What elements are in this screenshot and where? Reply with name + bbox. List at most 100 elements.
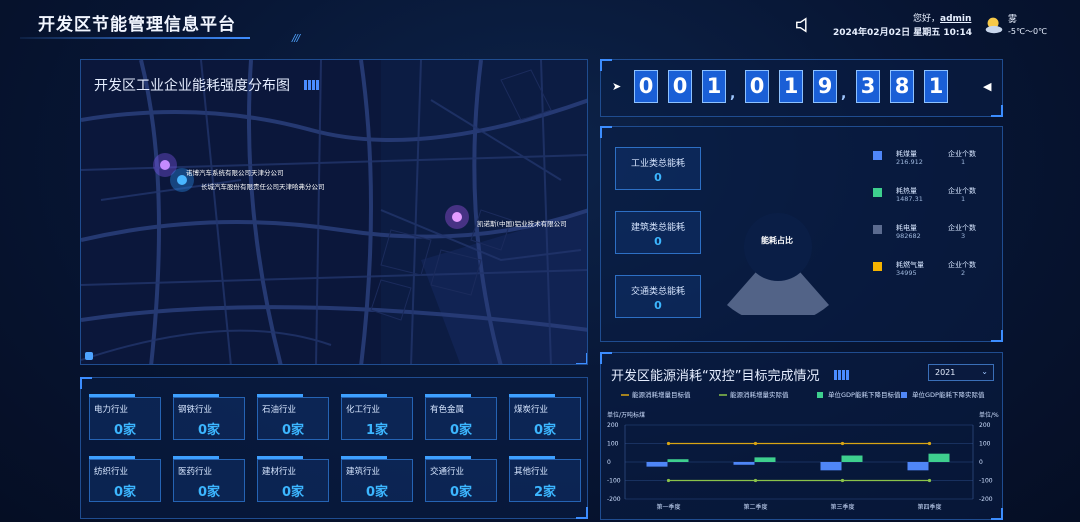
- speaker-icon[interactable]: [795, 16, 813, 34]
- energy-ratio-gauge[interactable]: [721, 195, 831, 315]
- industry-card[interactable]: 钢铁行业 0家: [173, 394, 245, 440]
- bar-mark: [841, 455, 863, 462]
- category-value: 0: [654, 171, 662, 184]
- arrow-left-icon: ◀: [983, 80, 992, 93]
- legend-swatch: [873, 151, 882, 160]
- gauge-label: 能耗占比: [761, 236, 793, 245]
- counter-digit: 0: [634, 70, 658, 103]
- industry-name: 纺织行业: [94, 467, 129, 477]
- y-axis-label-left: 单位/万吨标煤: [607, 411, 645, 419]
- category-label: 建筑类总能耗: [630, 223, 685, 233]
- industry-card[interactable]: 交通行业 0家: [425, 456, 497, 502]
- industry-count: 0家: [533, 423, 557, 438]
- transport-energy-box[interactable]: 交通类总能耗 0: [615, 275, 701, 318]
- counter-digit: 1: [779, 70, 803, 103]
- industry-name: 钢铁行业: [178, 405, 213, 415]
- card-accent: [173, 394, 219, 397]
- industry-name: 化工行业: [346, 405, 381, 415]
- legend-bar-marker: [817, 392, 823, 398]
- industry-card[interactable]: 电力行业 0家: [89, 394, 161, 440]
- greeting-prefix: 您好，: [913, 14, 941, 24]
- enterprise-count: 1: [961, 195, 966, 203]
- chart-title-text: 开发区能源消耗“双控”目标完成情况: [611, 369, 820, 384]
- legend-label: 能源消耗增量实际值: [730, 390, 789, 399]
- series-point: [753, 441, 758, 446]
- series-point: [753, 478, 758, 483]
- legend-bar-marker: [901, 392, 907, 398]
- dual-control-panel: 开发区能源消耗“双控”目标完成情况 2021 ⌄ 能源消耗增量目标值 能源消耗增量…: [600, 352, 1003, 520]
- card-accent: [89, 394, 135, 397]
- industry-name: 医药行业: [178, 467, 213, 477]
- time: 10:14: [943, 28, 973, 38]
- industry-card[interactable]: 石油行业 0家: [257, 394, 329, 440]
- x-tick-label: 第一季度: [656, 503, 680, 511]
- chevron-down-icon: ⌄: [981, 367, 988, 376]
- header: 开发区节能管理信息平台 /// 您好，admin 2024年02月02日 星期五…: [0, 0, 1080, 52]
- bar-mark: [928, 453, 950, 462]
- dual-control-chart[interactable]: 能源消耗增量目标值 能源消耗增量实际值 单位GDP能耗下降目标值 单位GDP能耗下降实…: [601, 385, 1004, 521]
- industry-count: 0家: [197, 485, 221, 500]
- category-value: 0: [654, 299, 662, 312]
- series-point: [666, 478, 671, 483]
- date: 2024年02月02日: [833, 28, 911, 38]
- series-point: [927, 478, 932, 483]
- industry-card[interactable]: 建材行业 0家: [257, 456, 329, 502]
- industry-count: 0家: [449, 423, 473, 438]
- enterprise-count: 1: [961, 158, 966, 166]
- y-tick-right: 200: [979, 422, 991, 429]
- x-tick-label: 第二季度: [743, 503, 767, 511]
- legend-swatch: [873, 188, 882, 197]
- map-canvas[interactable]: [81, 60, 588, 365]
- weather-icon: [985, 17, 1003, 34]
- username-link[interactable]: admin: [940, 14, 971, 24]
- industry-card[interactable]: 煤炭行业 0家: [509, 394, 581, 440]
- industry-panel: 电力行业 0家 钢铁行业 0家 石油行业 0家 化工行业 1家 有色金属 0家 煤炭行业 0家 纺织行业…: [80, 377, 588, 519]
- counter-digit: 9: [813, 70, 837, 103]
- industry-card[interactable]: 建筑行业 0家: [341, 456, 413, 502]
- industry-name: 电力行业: [94, 405, 129, 415]
- legend-value: 982682: [896, 232, 921, 240]
- category-label: 交通类总能耗: [630, 287, 685, 297]
- counter-digit: 3: [856, 70, 880, 103]
- legend-swatch: [873, 225, 882, 234]
- map-logo-icon: [85, 352, 93, 360]
- industry-card[interactable]: 纺织行业 0家: [89, 456, 161, 502]
- industry-name: 石油行业: [262, 405, 297, 415]
- counter-digit: 0: [745, 70, 769, 103]
- datetime: 2024年02月02日 星期五 10:14: [833, 25, 972, 38]
- legend-label: 能源消耗增量目标值: [632, 390, 691, 399]
- company-label[interactable]: 凯诺斯(中国)铝业技术有限公司: [477, 218, 567, 228]
- company-label[interactable]: 诺博汽车系统有限公司天津分公司: [186, 167, 284, 177]
- card-accent: [509, 394, 555, 397]
- industry-count: 0家: [281, 485, 305, 500]
- industry-card[interactable]: 化工行业 1家: [341, 394, 413, 440]
- y-tick-left: 200: [607, 422, 619, 429]
- company-label[interactable]: 长城汽车股份有限责任公司天津哈弗分公司: [201, 181, 325, 191]
- industry-count: 2家: [533, 485, 557, 500]
- bar-mark: [733, 462, 755, 465]
- industrial-energy-box[interactable]: 工业类总能耗 0: [615, 147, 701, 190]
- y-tick-right: 0: [979, 459, 983, 466]
- card-accent: [341, 394, 387, 397]
- card-accent: [257, 456, 303, 459]
- title-underline: [20, 37, 250, 39]
- counter-separator: ,: [841, 86, 847, 102]
- map-title-text: 开发区工业企业能耗强度分布图: [94, 78, 290, 94]
- building-energy-box[interactable]: 建筑类总能耗 0: [615, 211, 701, 254]
- legend-value: 34995: [896, 269, 917, 277]
- card-accent: [173, 456, 219, 459]
- industry-card[interactable]: 其他行业 2家: [509, 456, 581, 502]
- industry-count: 0家: [197, 423, 221, 438]
- bar-mark: [754, 457, 776, 462]
- industry-card[interactable]: 有色金属 0家: [425, 394, 497, 440]
- card-accent: [257, 394, 303, 397]
- weather-desc: 雾: [1008, 15, 1018, 25]
- series-point: [666, 441, 671, 446]
- industry-count: 0家: [365, 485, 389, 500]
- card-accent: [341, 456, 387, 459]
- year-select[interactable]: 2021 ⌄: [928, 364, 994, 381]
- industry-name: 建筑行业: [346, 467, 381, 477]
- industry-count: 0家: [113, 485, 137, 500]
- industry-card[interactable]: 医药行业 0家: [173, 456, 245, 502]
- card-accent: [425, 456, 471, 459]
